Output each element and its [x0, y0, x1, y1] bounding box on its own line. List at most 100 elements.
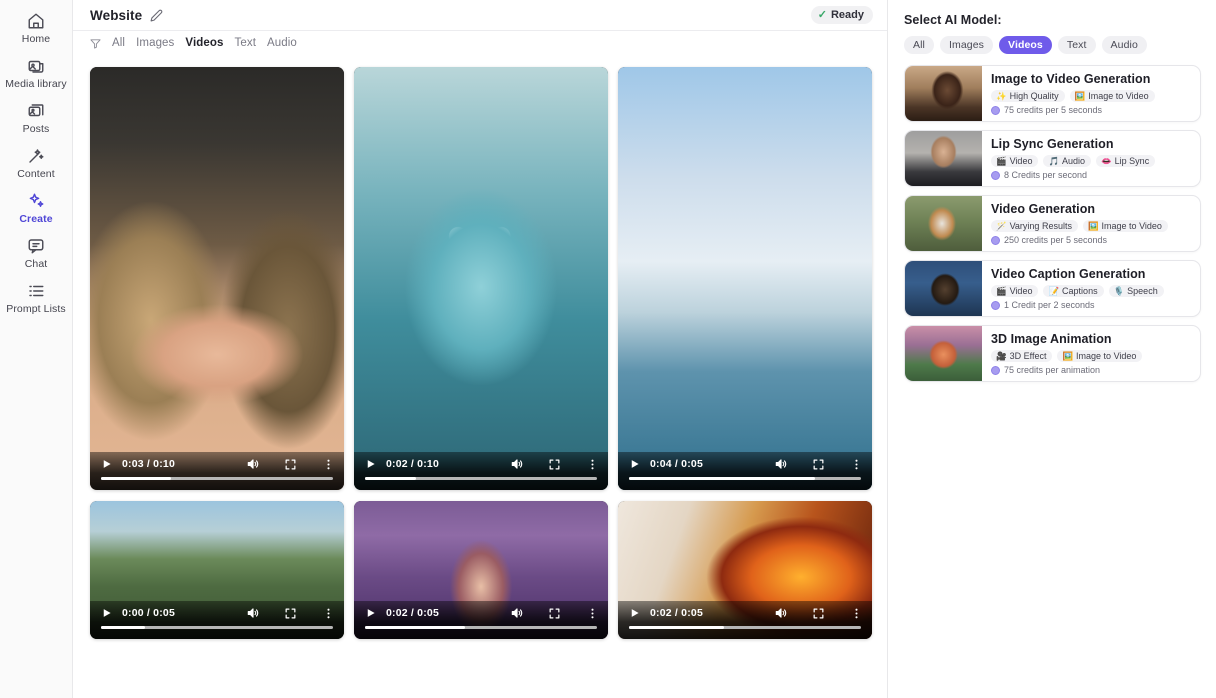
model-filter-videos[interactable]: Videos	[999, 36, 1052, 54]
filter-tab-text[interactable]: Text	[235, 37, 257, 49]
filter-bar: All Images Videos Text Audio	[73, 31, 887, 55]
video-card[interactable]: 0:02 / 0:10	[354, 67, 608, 490]
tag-emoji-icon: 🎬	[996, 157, 1007, 166]
play-icon[interactable]	[365, 458, 376, 470]
model-tag: 🎙️Speech	[1109, 285, 1164, 297]
model-name: Lip Sync Generation	[991, 137, 1192, 152]
filter-tab-videos[interactable]: Videos	[185, 37, 223, 49]
volume-icon[interactable]	[774, 606, 788, 620]
video-card[interactable]: 0:02 / 0:05	[618, 501, 872, 639]
model-thumbnail	[905, 66, 982, 121]
main-content: Website ✓ Ready AllImagesVideosTextAudio…	[73, 0, 888, 698]
tag-emoji-icon: 🎬	[996, 287, 1007, 296]
fullscreen-icon[interactable]	[812, 607, 825, 620]
more-vertical-icon[interactable]	[850, 458, 863, 471]
media-library-icon	[27, 57, 45, 75]
sidebar-item-label: Create	[19, 213, 52, 225]
tag-label: Image to Video	[1076, 351, 1136, 361]
video-card[interactable]: 0:00 / 0:05	[90, 501, 344, 639]
more-vertical-icon[interactable]	[586, 607, 599, 620]
play-icon[interactable]	[365, 607, 376, 619]
model-filter-all[interactable]: All	[904, 36, 934, 54]
sidebar-item-home[interactable]: Home	[0, 6, 73, 51]
pencil-icon[interactable]	[150, 9, 163, 22]
model-filter-audio[interactable]: Audio	[1102, 36, 1147, 54]
sidebar-item-prompt-lists[interactable]: Prompt Lists	[0, 276, 73, 321]
video-progress-bar[interactable]	[365, 626, 597, 629]
video-time: 0:00 / 0:05	[122, 607, 175, 619]
model-card[interactable]: Lip Sync Generation🎬Video🎵Audio👄Lip Sync…	[904, 130, 1201, 187]
credits-coin-icon	[991, 366, 1000, 375]
tag-label: Image to Video	[1088, 91, 1148, 101]
model-tag: 🪄Varying Results	[991, 220, 1078, 232]
video-progress-bar[interactable]	[629, 626, 861, 629]
more-vertical-icon[interactable]	[322, 607, 335, 620]
video-card[interactable]: 0:03 / 0:10	[90, 67, 344, 490]
play-icon[interactable]	[101, 607, 112, 619]
model-filter-images[interactable]: Images	[940, 36, 993, 54]
video-progress-bar[interactable]	[101, 477, 333, 480]
filter-tab-all[interactable]: All	[112, 37, 125, 49]
status-badge[interactable]: ✓ Ready	[811, 6, 873, 24]
sparkles-icon	[27, 192, 45, 210]
video-progress-bar[interactable]	[365, 477, 597, 480]
video-grid-wrap: 0:03 / 0:100:02 / 0:100:04 / 0:05 0:00 / …	[73, 55, 887, 698]
model-card[interactable]: Image to Video Generation✨High Quality🖼️…	[904, 65, 1201, 122]
play-icon[interactable]	[629, 607, 640, 619]
credits-coin-icon	[991, 106, 1000, 115]
check-icon: ✓	[818, 10, 827, 21]
model-tag-row: 🪄Varying Results🖼️Image to Video	[991, 220, 1192, 232]
fullscreen-icon[interactable]	[548, 607, 561, 620]
video-progress-bar[interactable]	[101, 626, 333, 629]
fullscreen-icon[interactable]	[284, 607, 297, 620]
volume-icon[interactable]	[774, 457, 788, 471]
model-card[interactable]: 3D Image Animation🎥3D Effect🖼️Image to V…	[904, 325, 1201, 382]
model-card[interactable]: Video Caption Generation🎬Video📝Captions🎙…	[904, 260, 1201, 317]
video-thumbnail	[90, 67, 344, 490]
volume-icon[interactable]	[246, 457, 260, 471]
model-tag-row: 🎥3D Effect🖼️Image to Video	[991, 350, 1192, 362]
more-vertical-icon[interactable]	[586, 458, 599, 471]
model-list: Image to Video Generation✨High Quality🖼️…	[904, 65, 1201, 382]
fullscreen-icon[interactable]	[548, 458, 561, 471]
fullscreen-icon[interactable]	[284, 458, 297, 471]
filter-tab-audio[interactable]: Audio	[267, 37, 297, 49]
model-credits: 8 Credits per second	[991, 170, 1192, 180]
model-thumbnail	[905, 131, 982, 186]
filter-funnel-icon[interactable]	[90, 38, 101, 49]
model-panel-title: Select AI Model:	[904, 13, 1201, 27]
play-icon[interactable]	[101, 458, 112, 470]
sidebar-item-create[interactable]: Create	[0, 186, 73, 231]
filter-tab-list: All Images Videos Text Audio	[112, 37, 297, 49]
model-panel: Select AI Model: All Images Videos Text Audi…	[888, 0, 1216, 698]
model-thumbnail	[905, 261, 982, 316]
model-card[interactable]: Video Generation🪄Varying Results🖼️Image …	[904, 195, 1201, 252]
more-vertical-icon[interactable]	[322, 458, 335, 471]
tag-emoji-icon: 🎵	[1048, 157, 1059, 166]
volume-icon[interactable]	[510, 606, 524, 620]
sidebar-item-chat[interactable]: Chat	[0, 231, 73, 276]
model-thumbnail	[905, 326, 982, 381]
sidebar-item-content[interactable]: Content	[0, 141, 73, 186]
video-progress-bar[interactable]	[629, 477, 861, 480]
volume-icon[interactable]	[510, 457, 524, 471]
video-card[interactable]: 0:02 / 0:05	[354, 501, 608, 639]
tag-label: High Quality	[1010, 91, 1059, 101]
model-thumbnail	[905, 196, 982, 251]
model-filter-text[interactable]: Text	[1058, 36, 1096, 54]
play-icon[interactable]	[629, 458, 640, 470]
tag-emoji-icon: 🖼️	[1088, 222, 1099, 231]
video-controls: 0:02 / 0:05	[618, 601, 872, 639]
sidebar-item-posts[interactable]: Posts	[0, 96, 73, 141]
sidebar-item-media-library[interactable]: Media library	[0, 51, 73, 96]
tag-emoji-icon: 🖼️	[1075, 92, 1086, 101]
volume-icon[interactable]	[246, 606, 260, 620]
more-vertical-icon[interactable]	[850, 607, 863, 620]
fullscreen-icon[interactable]	[812, 458, 825, 471]
video-card[interactable]: 0:04 / 0:05	[618, 67, 872, 490]
list-icon	[27, 282, 45, 300]
status-label: Ready	[831, 9, 864, 21]
credits-coin-icon	[991, 171, 1000, 180]
filter-tab-images[interactable]: Images	[136, 37, 174, 49]
sidebar-item-label: Media library	[5, 78, 66, 90]
